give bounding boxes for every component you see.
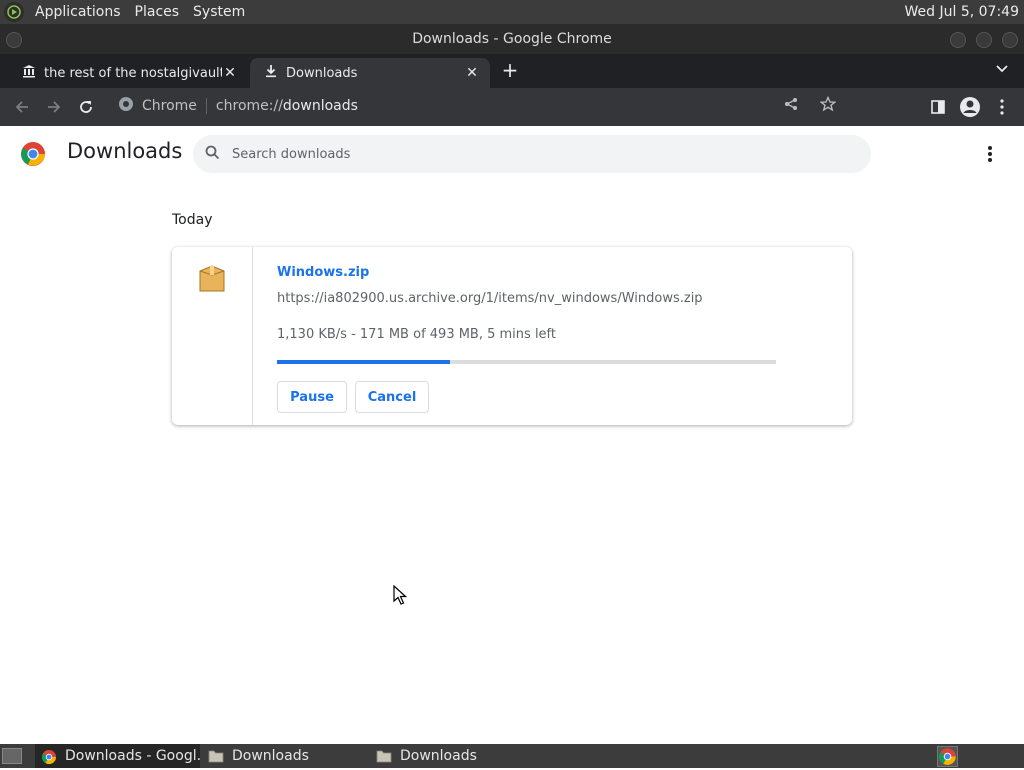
url-scheme: chrome:// — [215, 98, 283, 114]
menu-places[interactable]: Places — [128, 0, 187, 24]
kebab-menu-icon[interactable] — [986, 91, 1018, 123]
taskbar-item-label: Downloads — [400, 748, 477, 764]
taskbar: Downloads - Googl... Downloads Downloads — [0, 744, 1024, 768]
bookmark-star-icon[interactable] — [819, 95, 837, 116]
window-title: Downloads - Google Chrome — [412, 31, 612, 47]
tray-chrome-icon[interactable] — [937, 746, 958, 767]
tab-title: Downloads — [286, 65, 358, 81]
more-actions-icon[interactable] — [978, 142, 1002, 166]
taskbar-item-chrome[interactable]: Downloads - Googl... — [35, 744, 200, 768]
menu-applications[interactable]: Applications — [28, 0, 128, 24]
search-placeholder: Search downloads — [232, 146, 351, 162]
archive-museum-icon — [22, 64, 36, 82]
tab-title: the rest of the nostalgivault fil — [44, 65, 222, 81]
taskbar-item-folder[interactable]: Downloads — [202, 744, 368, 768]
taskbar-item-label: Downloads — [232, 748, 309, 764]
cancel-button[interactable]: Cancel — [355, 381, 429, 413]
page-title: Downloads — [67, 139, 183, 163]
date-section-label: Today — [172, 212, 213, 228]
close-tab-icon[interactable]: ✕ — [222, 65, 238, 81]
chrome-site-icon[interactable] — [118, 96, 134, 116]
taskbar-item-label: Downloads - Googl... — [65, 748, 200, 764]
download-icon-column — [172, 247, 253, 425]
mouse-cursor-icon — [393, 584, 408, 605]
url-host: downloads — [282, 98, 358, 114]
tab-archive[interactable]: the rest of the nostalgivault fil ✕ — [8, 58, 248, 88]
chrome-icon — [41, 749, 57, 765]
search-icon — [205, 145, 220, 164]
distro-logo-icon[interactable] — [4, 2, 24, 22]
show-desktop-icon[interactable] — [2, 748, 22, 764]
menu-system[interactable]: System — [186, 0, 252, 24]
forward-arrow-icon[interactable] — [38, 91, 70, 123]
site-label: Chrome — [142, 98, 197, 114]
profile-avatar-icon[interactable] — [954, 91, 986, 123]
chevron-down-icon[interactable] — [992, 60, 1012, 80]
download-progress-bar — [277, 360, 776, 364]
zip-archive-icon — [198, 263, 226, 295]
search-downloads-input[interactable]: Search downloads — [193, 135, 871, 173]
back-arrow-icon[interactable] — [6, 91, 38, 123]
minimize-button[interactable] — [950, 32, 966, 48]
share-icon[interactable] — [784, 97, 798, 115]
side-panel-icon[interactable] — [922, 91, 954, 123]
address-bar[interactable]: Chrome chrome://downloads — [108, 92, 848, 120]
folder-icon — [208, 749, 224, 763]
maximize-button[interactable] — [976, 32, 992, 48]
download-file-link[interactable]: Windows.zip — [277, 265, 369, 280]
close-tab-icon[interactable]: ✕ — [464, 65, 480, 81]
download-icon — [264, 64, 278, 82]
taskbar-item-folder[interactable]: Downloads — [370, 744, 536, 768]
tab-downloads[interactable]: Downloads ✕ — [250, 58, 490, 88]
close-window-button[interactable] — [1002, 32, 1018, 48]
download-source-url[interactable]: https://ia802900.us.archive.org/1/items/… — [277, 291, 703, 306]
chrome-logo-icon — [20, 141, 46, 167]
downloads-page: Downloads Search downloads Today Windows… — [0, 126, 1024, 744]
download-progress-fill — [277, 360, 451, 364]
browser-toolbar: Chrome chrome://downloads — [0, 88, 1024, 126]
download-item-card: Windows.zip https://ia802900.us.archive.… — [172, 247, 852, 425]
pause-button[interactable]: Pause — [277, 381, 347, 413]
separator — [205, 98, 207, 114]
download-status-text: 1,130 KB/s - 171 MB of 493 MB, 5 mins le… — [277, 327, 556, 342]
window-titlebar[interactable]: Downloads - Google Chrome — [0, 24, 1024, 54]
clock[interactable]: Wed Jul 5, 07:49 — [905, 4, 1024, 20]
window-menu-button[interactable] — [6, 32, 22, 48]
reload-icon[interactable] — [70, 91, 102, 123]
folder-icon — [376, 749, 392, 763]
new-tab-plus-icon[interactable]: + — [498, 58, 522, 82]
downloads-header: Downloads Search downloads — [0, 126, 1024, 182]
top-panel: Applications Places System Wed Jul 5, 07… — [0, 0, 1024, 24]
